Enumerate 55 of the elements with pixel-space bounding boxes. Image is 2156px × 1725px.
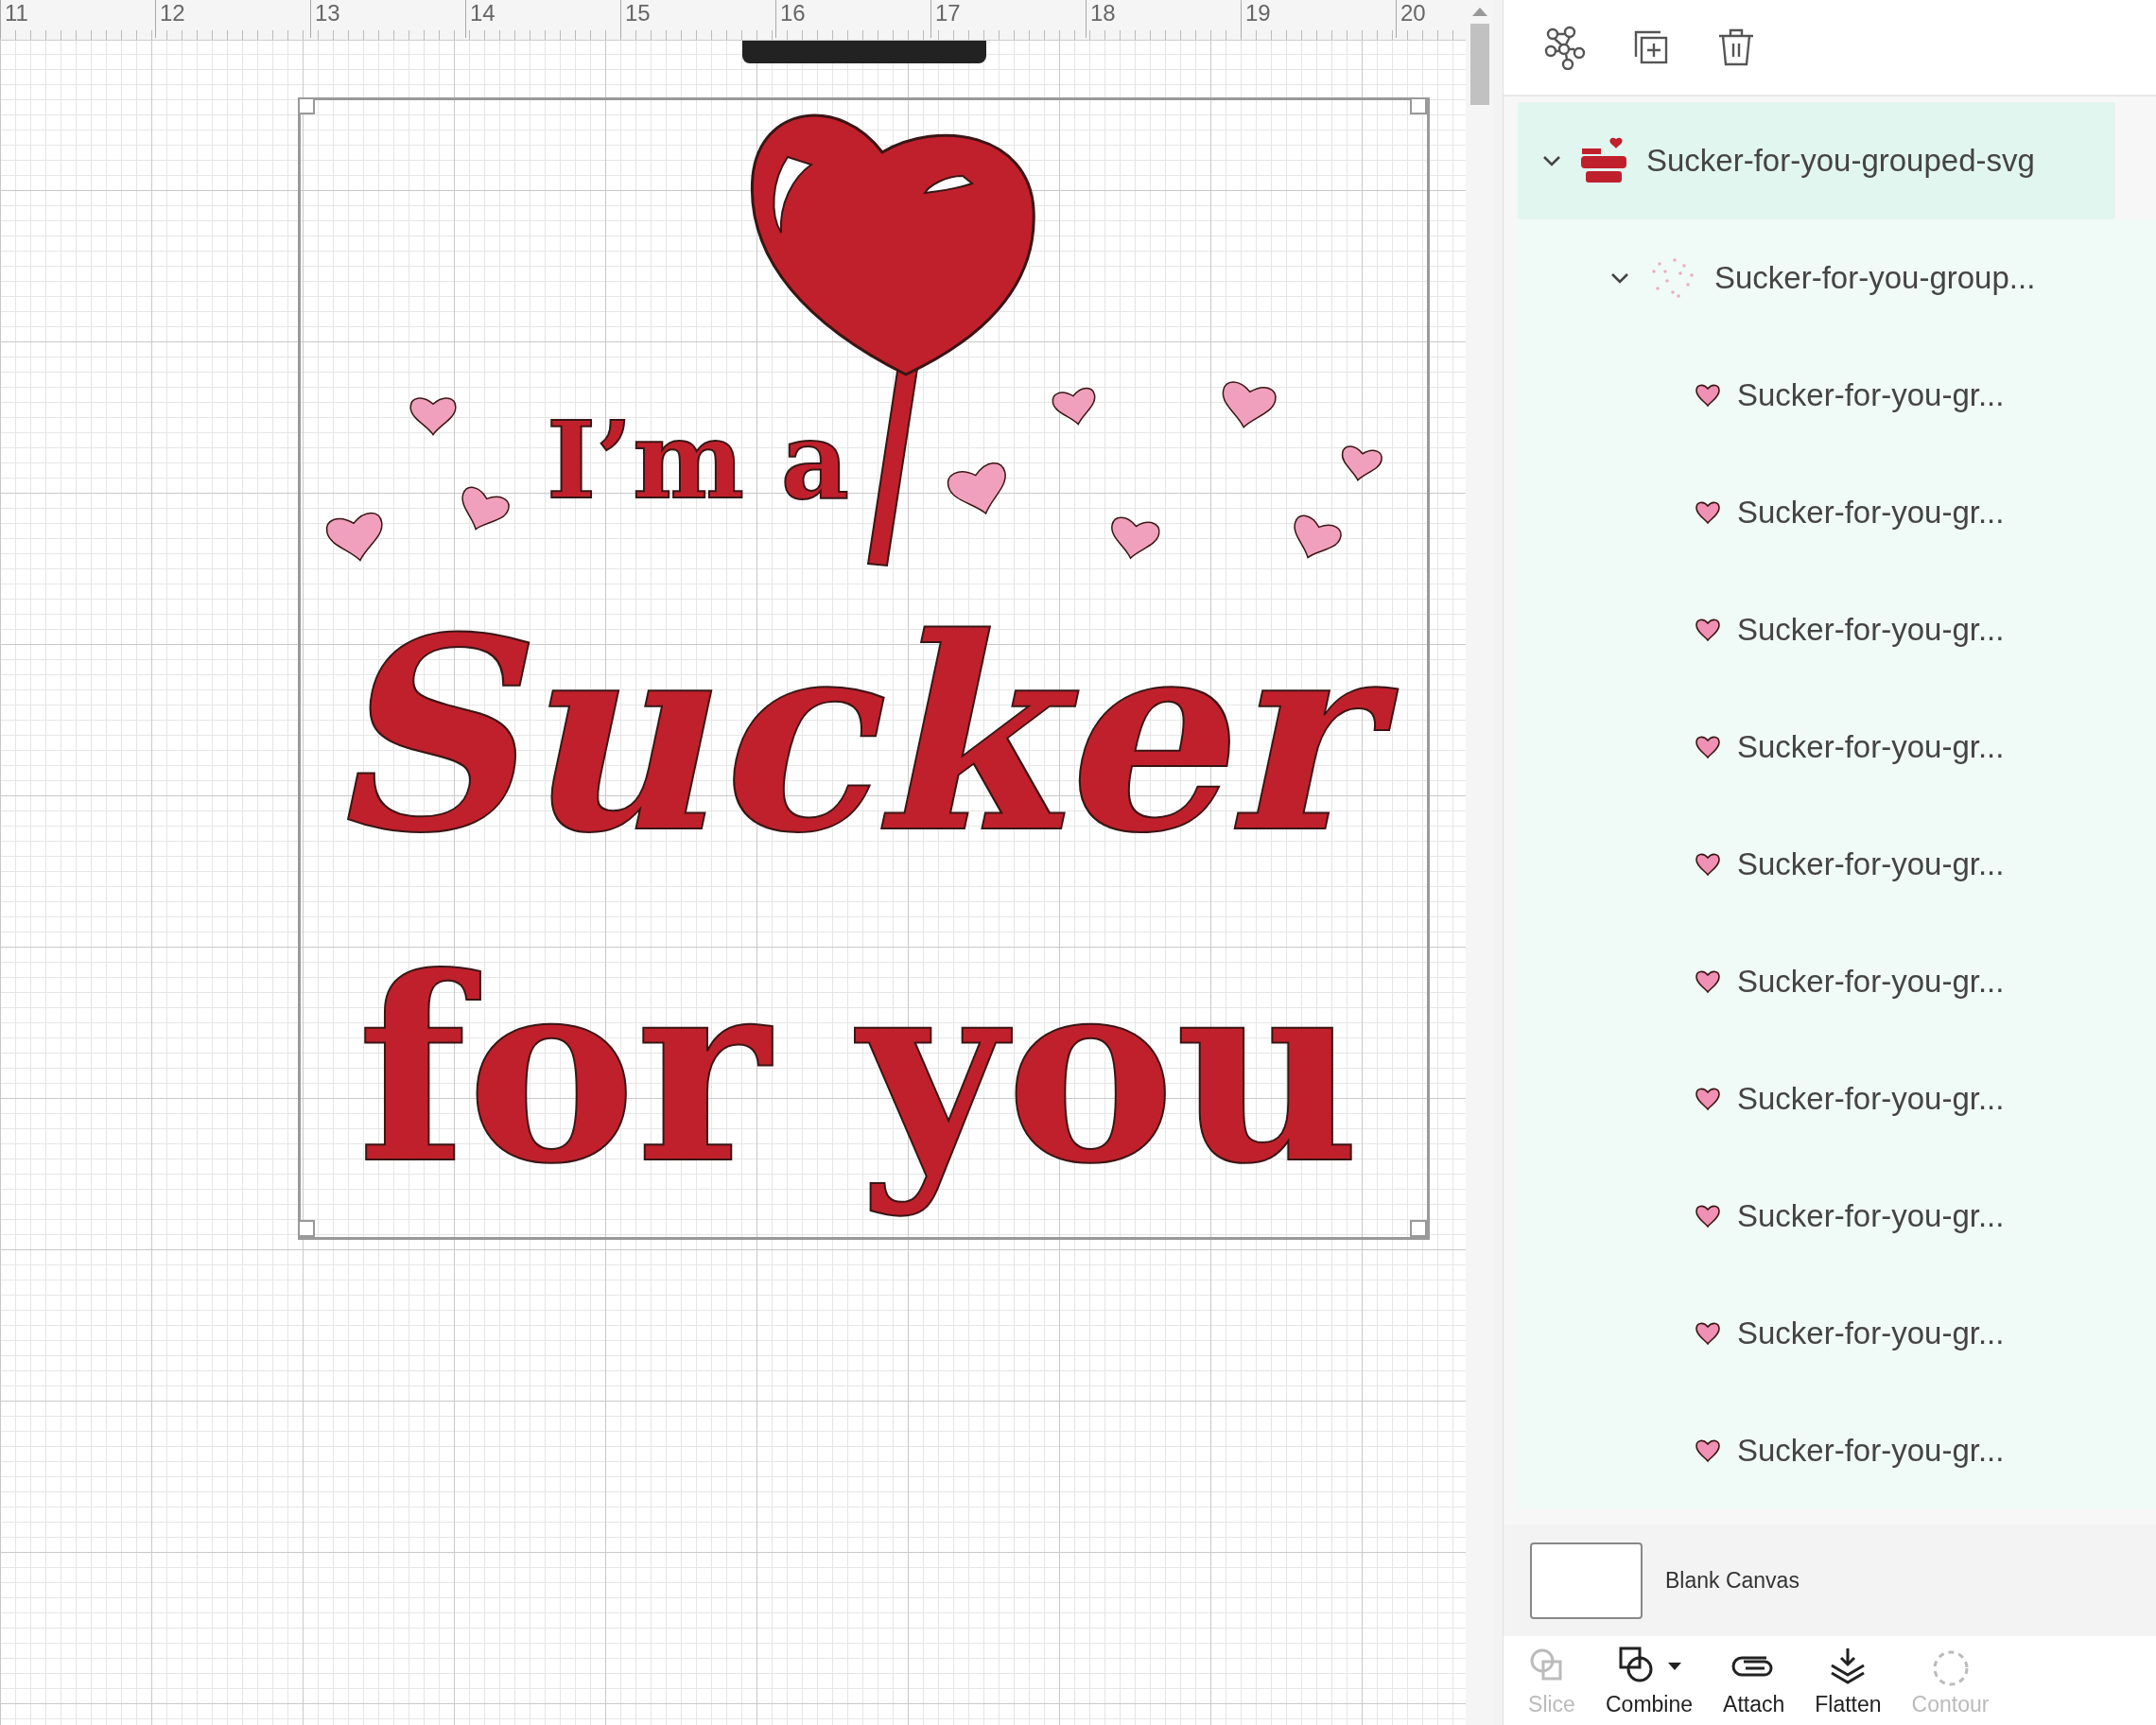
layer-item[interactable]: Sucker-for-you-gr... [1518,1275,2156,1392]
artwork-text: I’m a [547,398,850,522]
layer-item[interactable]: Sucker-for-you-gr... [1518,923,2156,1040]
layer-name: Sucker-for-you-grouped-svg [1646,143,2035,179]
layer-item[interactable]: Sucker-for-you-gr... [1518,688,2156,806]
heart-shape [1294,514,1342,559]
resize-handle[interactable] [1410,97,1427,114]
heart-shape [325,512,383,562]
layer-name: Sucker-for-you-gr... [1737,377,2005,413]
layer-name: Sucker-for-you-gr... [1737,1081,2005,1117]
ruler-number: 11 [0,0,155,38]
ruler-number: 16 [775,0,930,38]
ruler-number: 14 [465,0,620,38]
heart-shape [1052,387,1096,426]
layer-name: Sucker-for-you-gr... [1737,1198,2005,1234]
layer-item[interactable]: Sucker-for-you-grouped-svg [1518,102,2115,219]
tool-button[interactable]: Combine [1602,1644,1697,1717]
ruler-number: 17 [930,0,1086,38]
ruler-number: 12 [155,0,310,38]
heart-shape [1111,516,1160,559]
layer-name: Sucker-for-you-gr... [1737,495,2005,531]
layer-item[interactable]: Sucker-for-you-gr... [1518,454,2156,571]
ruler-number: 15 [620,0,775,38]
layer-item[interactable]: Sucker-for-you-gr... [1518,1392,2156,1509]
layer-item[interactable]: Sucker-for-you-gr... [1518,1040,2156,1158]
layer-name: Sucker-for-you-gr... [1737,729,2005,765]
heart-shape [409,397,457,436]
artwork-text: Sucker [312,578,1419,892]
layer-item[interactable]: Sucker-for-you-gr... [1518,571,2156,688]
layer-item[interactable]: Sucker-for-you-gr... [1518,1158,2156,1275]
layer-name: Sucker-for-you-group... [1714,260,2036,296]
resize-handle[interactable] [298,1220,315,1237]
ruler-number: 13 [310,0,465,38]
layer-name: Sucker-for-you-gr... [1737,1316,2005,1351]
layer-name: Sucker-for-you-gr... [1737,612,2005,648]
caret-icon[interactable] [1668,1662,1681,1670]
layer-item[interactable]: Sucker-for-you-gr... [1518,806,2156,923]
canvas-thumbnail[interactable] [1530,1542,1643,1619]
layer-name: Sucker-for-you-gr... [1737,964,2005,1000]
artwork-text: for you [357,921,1360,1219]
ruler-number: 18 [1086,0,1241,38]
resize-handle[interactable] [1410,1220,1427,1237]
resize-handle[interactable] [298,97,315,114]
layer-item[interactable]: Sucker-for-you-gr... [1518,337,2156,454]
heart-shape [1341,445,1382,481]
layer-item[interactable]: Sucker-for-you-group... [1518,219,2156,337]
layer-name: Sucker-for-you-gr... [1737,846,2005,882]
layer-name: Sucker-for-you-gr... [1737,1433,2005,1469]
canvas-layer-name: Blank Canvas [1665,1567,1800,1594]
heart-shape [947,462,1006,514]
heart-shape [1222,381,1277,428]
ruler-number: 19 [1241,0,1396,38]
tool-button[interactable]: Flatten [1811,1644,1886,1717]
tool-button[interactable]: Attach [1719,1644,1789,1717]
heart-shape [461,486,510,531]
